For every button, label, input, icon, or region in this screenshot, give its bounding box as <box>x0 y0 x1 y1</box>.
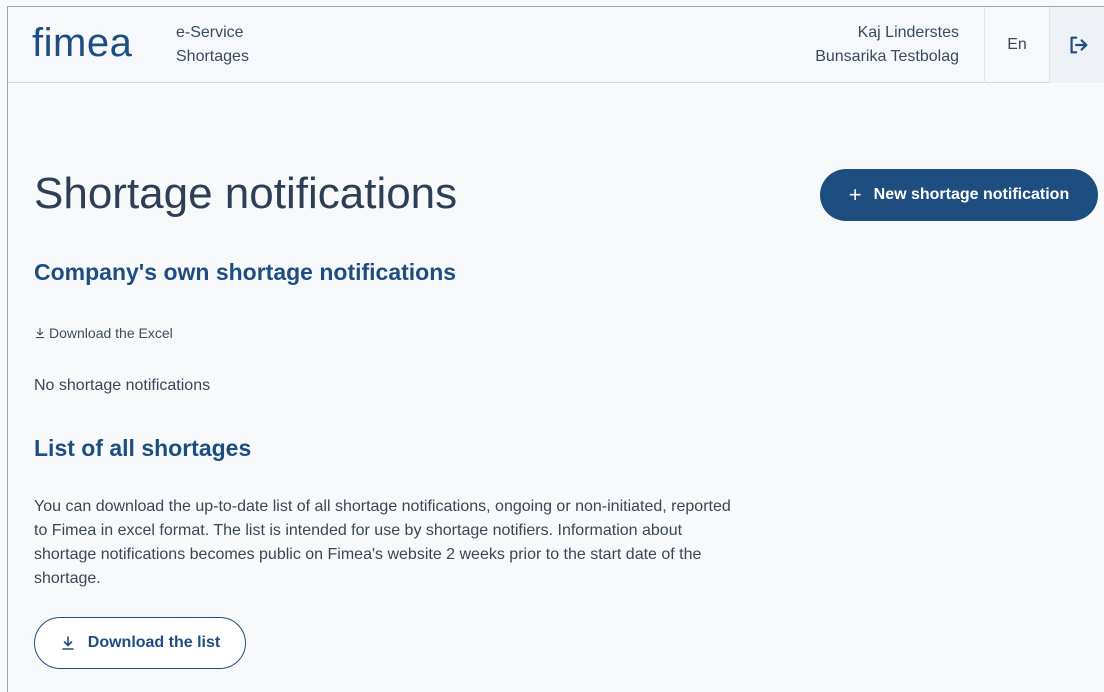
service-line-2: Shortages <box>176 48 249 65</box>
plus-icon: + <box>848 182 862 207</box>
download-excel-link[interactable]: Download the Excel <box>34 325 173 341</box>
all-shortages-section-title: List of all shortages <box>34 435 252 461</box>
download-excel-label: Download the Excel <box>49 325 173 341</box>
empty-message: No shortage notifications <box>34 377 211 394</box>
service-title: e-Service Shortages <box>176 21 249 69</box>
user-company: Bunsarika Testbolag <box>815 48 959 65</box>
logout-icon <box>1069 36 1087 54</box>
download-list-button[interactable]: Download the list <box>34 617 246 669</box>
company-section-title: Company's own shortage notifications <box>34 259 457 285</box>
logout-button[interactable] <box>1049 7 1104 83</box>
all-shortages-description: You can download the up-to-date list of … <box>34 498 731 587</box>
language-selector[interactable]: En <box>984 7 1049 83</box>
service-line-1: e-Service <box>176 24 244 41</box>
header: fimea e-Service Shortages Kaj Linderstes… <box>8 7 1104 83</box>
download-icon <box>61 636 74 650</box>
user-info: Kaj Linderstes Bunsarika Testbolag <box>815 21 959 69</box>
new-shortage-notification-label: New shortage notification <box>873 186 1070 203</box>
user-name: Kaj Linderstes <box>857 24 959 41</box>
download-icon <box>35 327 45 339</box>
page-title: Shortage notifications <box>34 169 458 218</box>
fimea-logo[interactable]: fimea <box>32 21 132 65</box>
new-shortage-notification-button[interactable]: + New shortage notification <box>820 169 1098 221</box>
download-list-label: Download the list <box>87 634 221 651</box>
app-window: fimea e-Service Shortages Kaj Linderstes… <box>7 6 1104 692</box>
